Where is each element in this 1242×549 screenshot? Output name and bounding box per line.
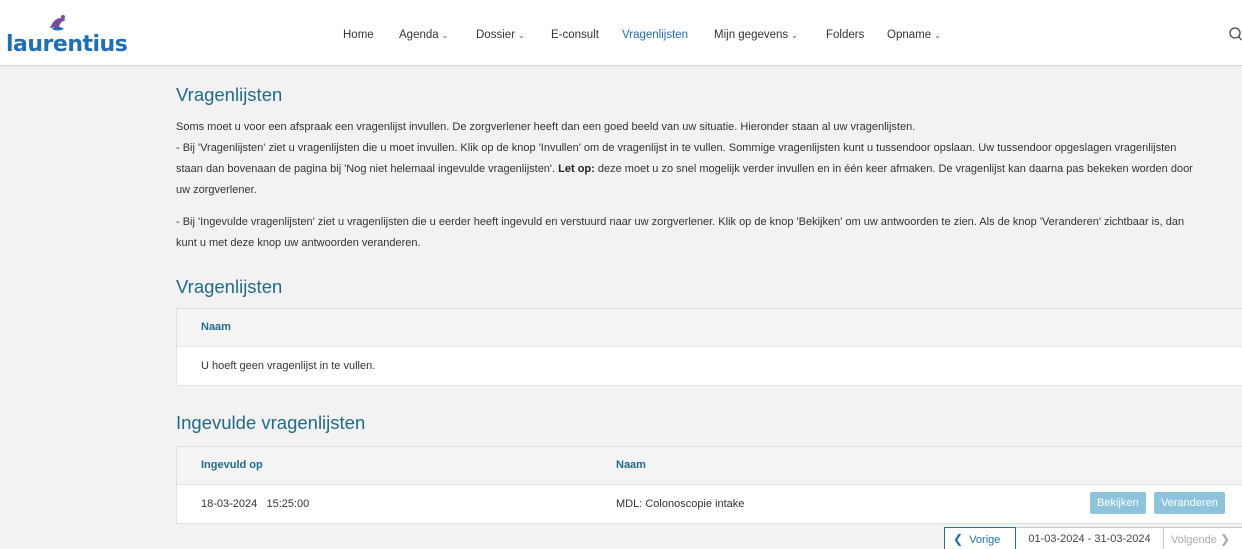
nav-label: E-consult bbox=[551, 29, 599, 41]
date-value: 18-03-2024 bbox=[201, 498, 258, 510]
column-header-date: Ingevuld op bbox=[201, 459, 263, 471]
instruction-line: - Bij 'Ingevulde vragenlijsten' ziet u v… bbox=[176, 216, 1185, 228]
previous-page-button[interactable]: ❮ Vorige bbox=[944, 527, 1016, 549]
chevron-down-icon: ⌄ bbox=[791, 31, 798, 40]
chevron-down-icon: ⌄ bbox=[934, 31, 941, 40]
chevron-down-icon: ⌄ bbox=[441, 31, 449, 40]
nav-item-e-consult[interactable]: E-consult bbox=[551, 29, 599, 41]
nav-label: Mijn gegevens bbox=[714, 29, 789, 41]
instruction-line: - Bij 'Vragenlijsten' ziet u vragenlijst… bbox=[176, 142, 1177, 154]
nav-label: Home bbox=[343, 29, 374, 41]
instruction-text: deze moet u zo snel mogelijk verder invu… bbox=[597, 163, 1193, 175]
next-page-button[interactable]: Volgende ❯ bbox=[1164, 527, 1242, 549]
nav-label: Agenda bbox=[399, 29, 439, 41]
instruction-line: staan dan bovenaan de pagina bij 'Nog ni… bbox=[176, 159, 1242, 180]
nav-item-dossier[interactable]: Dossier ⌄ bbox=[476, 29, 525, 41]
laurentius-logo[interactable]: laurentius bbox=[6, 14, 128, 58]
search-icon[interactable] bbox=[1228, 26, 1242, 42]
table-row: U hoeft geen vragenlijst in te vullen. bbox=[177, 347, 1242, 385]
top-navigation-bar: laurentius Home Agenda ⌄ Dossier ⌄ E-consu… bbox=[0, 0, 1242, 66]
previous-label: Vorige bbox=[969, 534, 1001, 546]
nav-item-agenda[interactable]: Agenda ⌄ bbox=[399, 29, 448, 41]
completed-questionnaires-title: Ingevulde vragenlijsten bbox=[176, 412, 366, 433]
nav-item-home[interactable]: Home bbox=[343, 29, 374, 41]
bird-logo-icon bbox=[50, 15, 66, 31]
nav-item-folders[interactable]: Folders bbox=[826, 29, 864, 41]
logo-text: laurentius bbox=[6, 32, 128, 57]
instruction-text: staan dan bovenaan de pagina bij 'Nog ni… bbox=[176, 163, 556, 175]
time-value: 15:25:00 bbox=[266, 498, 310, 510]
date-range-label: 01-03-2024 - 31-03-2024 bbox=[1016, 527, 1164, 549]
empty-message: U hoeft geen vragenlijst in te vullen. bbox=[201, 360, 376, 372]
nav-item-mijn-gegevens[interactable]: Mijn gegevens ⌄ bbox=[714, 29, 798, 41]
nav-item-opname[interactable]: Opname ⌄ bbox=[887, 29, 941, 41]
page-title: Vragenlijsten bbox=[176, 84, 283, 105]
nav-label: Folders bbox=[826, 29, 865, 41]
open-questionnaires-table: Naam U hoeft geen vragenlijst in te vull… bbox=[176, 308, 1242, 386]
view-button[interactable]: Bekijken bbox=[1090, 492, 1146, 514]
open-questionnaires-title: Vragenlijsten bbox=[176, 276, 283, 297]
column-header-name: Naam bbox=[616, 459, 646, 471]
nav-label: Vragenlijsten bbox=[622, 29, 689, 41]
next-label: Volgende bbox=[1171, 534, 1217, 546]
edit-button[interactable]: Veranderen bbox=[1154, 492, 1225, 514]
nav-label: Dossier bbox=[476, 29, 515, 41]
table-row[interactable]: 18-03-2024 15:25:00 MDL: Colonoscopie in… bbox=[177, 485, 1242, 523]
table-header: Ingevuld op Naam bbox=[177, 447, 1242, 485]
completed-date: 18-03-2024 15:25:00 bbox=[201, 498, 309, 510]
warning-label: Let op: bbox=[558, 163, 595, 175]
instruction-line: uw zorgverlener. bbox=[176, 184, 257, 196]
column-header-name: Naam bbox=[201, 321, 231, 333]
completed-questionnaires-table: Ingevuld op Naam 18-03-2024 15:25:00 MDL… bbox=[176, 446, 1242, 524]
chevron-left-icon: ❮ bbox=[953, 532, 964, 546]
chevron-right-icon: ❯ bbox=[1219, 532, 1231, 546]
intro-text: Soms moet u voor een afspraak een vragen… bbox=[176, 121, 916, 133]
questionnaire-name: MDL: Colonoscopie intake bbox=[616, 498, 745, 510]
table-header: Naam bbox=[177, 309, 1242, 347]
instruction-line: kunt u met deze knop uw antwoorden veran… bbox=[176, 237, 421, 249]
nav-label: Opname bbox=[887, 29, 932, 41]
nav-item-vragenlijsten[interactable]: Vragenlijsten bbox=[622, 29, 688, 41]
chevron-down-icon: ⌄ bbox=[517, 31, 525, 40]
